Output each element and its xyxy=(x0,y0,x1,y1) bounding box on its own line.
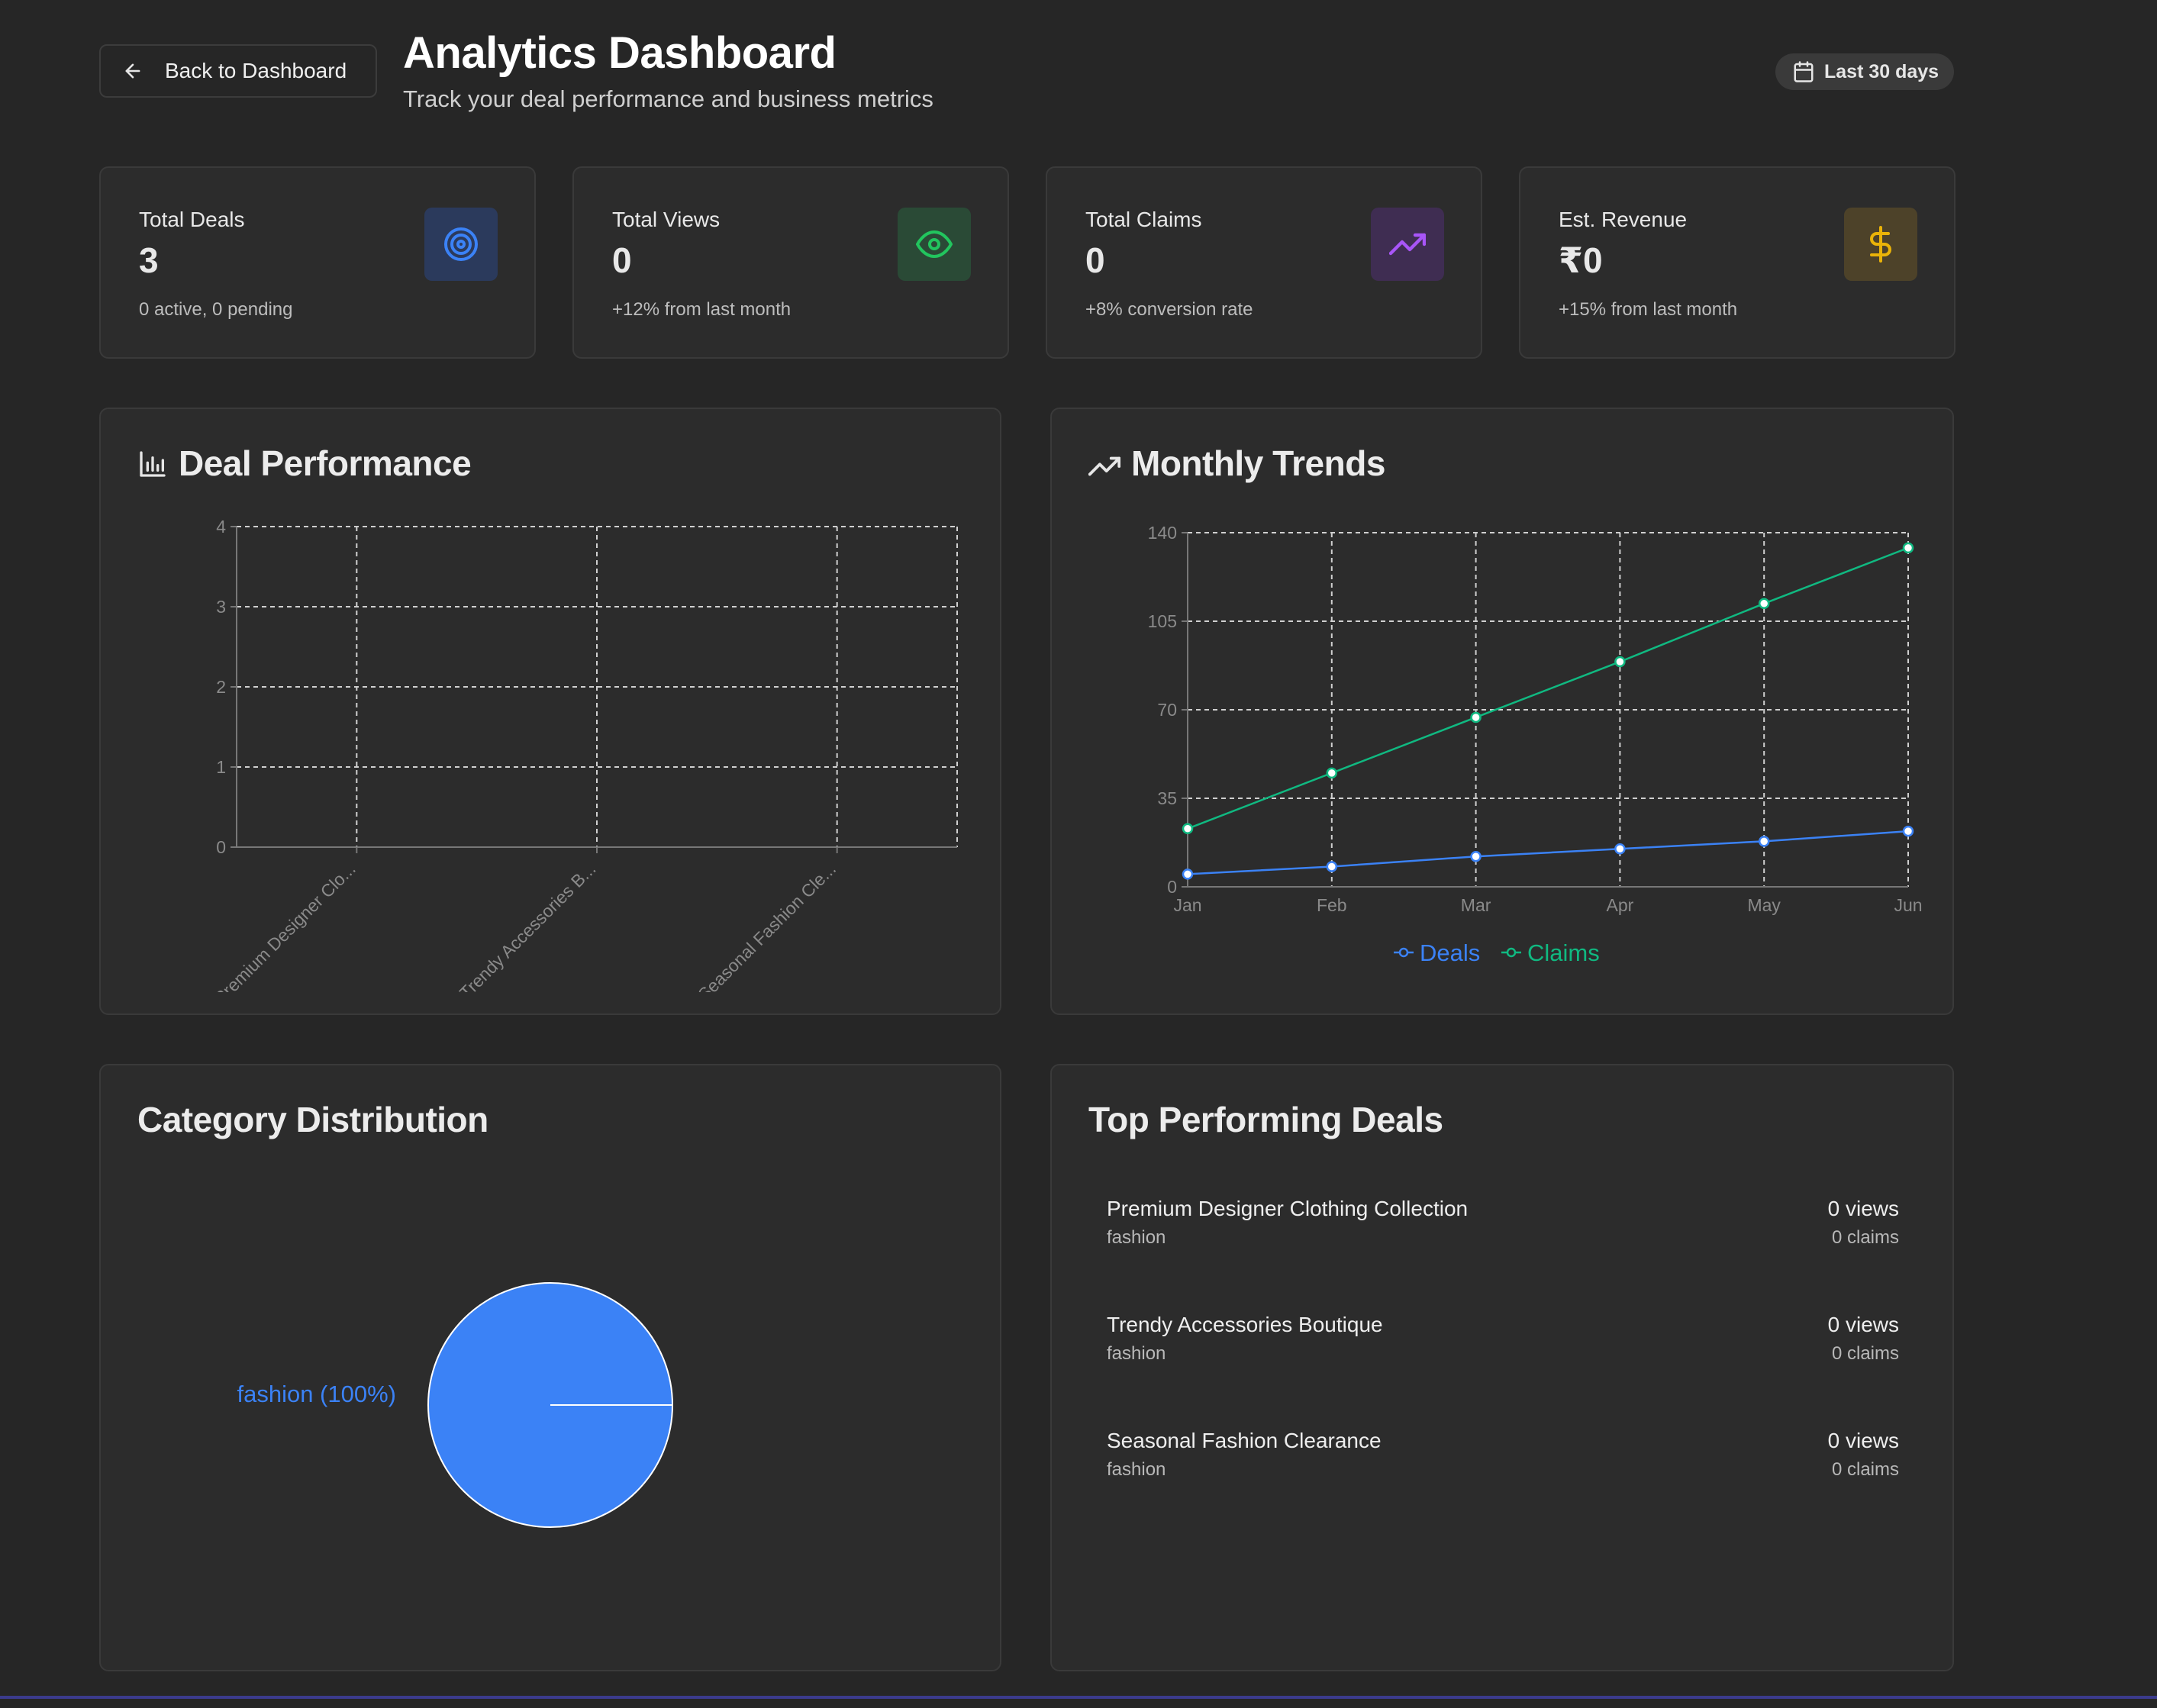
stat-card-total-views: Total Views 0 +12% from last month xyxy=(572,166,1009,359)
y-tick-label: 0 xyxy=(216,837,226,857)
top-deal-row[interactable]: Trendy Accessories Boutique fashion 0 vi… xyxy=(1107,1313,1899,1374)
data-point-deals xyxy=(1326,861,1338,872)
legend-label: Claims xyxy=(1527,939,1600,966)
deal-views: 0 views xyxy=(1827,1197,1899,1220)
deal-category: fashion xyxy=(1107,1227,1166,1248)
deal-category: fashion xyxy=(1107,1459,1166,1480)
x-tick-label: Apr xyxy=(1607,895,1634,915)
data-point-deals xyxy=(1902,825,1914,837)
calendar-icon xyxy=(1794,61,1814,82)
x-tick-label: Feb xyxy=(1317,895,1347,915)
x-tick-label: Mar xyxy=(1461,895,1491,915)
x-tick-label: Trendy Accessories B... xyxy=(456,859,600,992)
x-tick-label: Jun xyxy=(1894,895,1922,915)
y-tick-label: 140 xyxy=(1148,523,1177,543)
target-icon xyxy=(424,208,498,281)
stat-label: Total Claims xyxy=(1085,208,1202,231)
x-tick-label: May xyxy=(1747,895,1781,915)
arrow-left-icon xyxy=(125,63,140,79)
dollar-icon xyxy=(1844,208,1917,281)
deal-views: 0 views xyxy=(1827,1429,1899,1452)
deal-name: Trendy Accessories Boutique xyxy=(1107,1313,1383,1336)
stat-note: +15% from last month xyxy=(1559,299,1738,320)
legend-marker-dot xyxy=(1506,947,1517,958)
data-point-deals xyxy=(1182,869,1194,880)
eye-icon xyxy=(898,208,971,281)
stat-card-total-claims: Total Claims 0 +8% conversion rate xyxy=(1046,166,1482,359)
deal-name: Premium Designer Clothing Collection xyxy=(1107,1197,1469,1220)
trending-up-icon xyxy=(1088,456,1120,476)
y-tick-label: 35 xyxy=(1157,788,1177,808)
x-tick-label: Jan xyxy=(1173,895,1201,915)
stat-value: 0 xyxy=(612,240,632,280)
legend-label: Deals xyxy=(1420,939,1480,966)
series-line-deals xyxy=(1187,830,1909,875)
data-point-claims xyxy=(1182,823,1194,835)
category-distribution-chart: fashion (100%) xyxy=(237,1282,673,1528)
data-point-claims xyxy=(1614,656,1626,668)
deal-performance-title: Deal Performance xyxy=(179,443,472,483)
deal-claims: 0 claims xyxy=(1831,1227,1899,1248)
page-subtitle: Track your deal performance and business… xyxy=(403,85,933,112)
monthly-trends-chart: 0 35 70 105 140 Jan Feb Mar Apr May Jun Deals Claims xyxy=(1148,523,1923,966)
back-to-dashboard-button[interactable]: Back to Dashboard xyxy=(99,44,377,98)
data-point-deals xyxy=(1470,850,1482,862)
x-tick-label: Seasonal Fashion Cle... xyxy=(694,859,840,992)
y-tick-label: 0 xyxy=(1167,877,1177,897)
stat-card-est-revenue: Est. Revenue ₹0 +15% from last month xyxy=(1519,166,1955,359)
stat-note: +12% from last month xyxy=(612,299,792,320)
legend-marker-dot xyxy=(1398,947,1409,958)
bottom-border xyxy=(0,1696,2157,1699)
date-range-badge[interactable]: Last 30 days xyxy=(1775,53,1954,90)
top-deal-row[interactable]: Premium Designer Clothing Collection fas… xyxy=(1107,1197,1899,1258)
data-point-deals xyxy=(1758,836,1770,847)
deal-claims: 0 claims xyxy=(1831,1343,1899,1364)
x-tick-label: Premium Designer Clo... xyxy=(210,859,360,992)
series-line-claims xyxy=(1187,546,1909,830)
data-point-deals xyxy=(1614,843,1626,855)
stat-value: ₹0 xyxy=(1559,240,1603,280)
page-title: Analytics Dashboard xyxy=(403,28,837,78)
bar-chart-icon xyxy=(140,451,166,477)
trending-up-icon xyxy=(1371,208,1444,281)
stat-value: 0 xyxy=(1085,240,1105,280)
deal-performance-chart: 0 1 2 3 4 Premium Designer Clo... Trendy Acces… xyxy=(210,517,958,992)
data-point-claims xyxy=(1326,767,1338,779)
deal-name: Seasonal Fashion Clearance xyxy=(1107,1429,1382,1452)
category-distribution-title: Category Distribution xyxy=(137,1100,488,1139)
top-deal-row[interactable]: Seasonal Fashion Clearance fashion 0 vie… xyxy=(1107,1429,1899,1490)
y-tick-label: 70 xyxy=(1157,700,1177,720)
stat-label: Total Views xyxy=(612,208,721,231)
back-button-label: Back to Dashboard xyxy=(165,59,347,82)
data-point-claims xyxy=(1902,542,1914,554)
deal-claims: 0 claims xyxy=(1831,1459,1899,1480)
stat-note: 0 active, 0 pending xyxy=(139,299,293,320)
pie-label: fashion (100%) xyxy=(237,1381,396,1407)
y-tick-label: 4 xyxy=(216,517,226,537)
date-range-label: Last 30 days xyxy=(1824,60,1939,82)
stat-label: Total Deals xyxy=(139,208,245,231)
monthly-trends-title: Monthly Trends xyxy=(1131,443,1385,483)
top-deals-title: Top Performing Deals xyxy=(1088,1100,1443,1139)
data-point-claims xyxy=(1758,598,1770,610)
y-tick-label: 3 xyxy=(216,597,226,617)
data-point-claims xyxy=(1470,711,1482,723)
stat-note: +8% conversion rate xyxy=(1085,299,1253,320)
deal-views: 0 views xyxy=(1827,1313,1899,1336)
deal-category: fashion xyxy=(1107,1343,1166,1364)
stat-label: Est. Revenue xyxy=(1559,208,1688,231)
stat-card-total-deals: Total Deals 3 0 active, 0 pending xyxy=(99,166,536,359)
y-tick-label: 1 xyxy=(216,757,226,777)
y-tick-label: 2 xyxy=(216,677,226,697)
stat-value: 3 xyxy=(139,240,159,280)
y-tick-label: 105 xyxy=(1148,611,1177,631)
